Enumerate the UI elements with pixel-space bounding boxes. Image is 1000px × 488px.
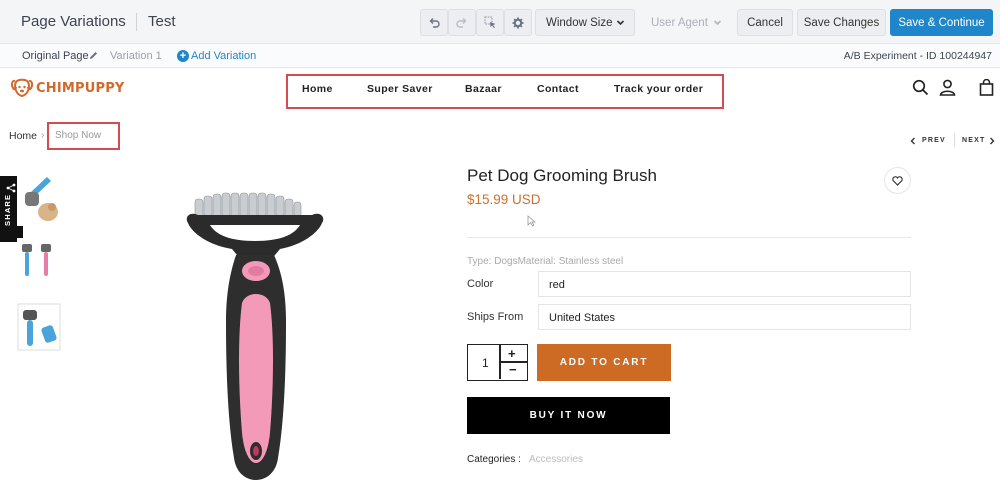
breadcrumb-current: Shop Now (55, 130, 102, 141)
product-price: $15.99 USD (467, 192, 541, 207)
quantity-stepper[interactable]: 1 + − (467, 344, 528, 381)
nav-item-track-order[interactable]: Track your order (614, 83, 703, 95)
heart-icon (892, 175, 903, 186)
gear-icon (512, 17, 524, 28)
store-logo[interactable]: CHIMPUPPY (10, 77, 125, 99)
nav-item-home[interactable]: Home (302, 83, 333, 95)
window-size-label: Window Size (546, 16, 613, 29)
chevron-down-icon (616, 20, 625, 26)
tab-original-page[interactable]: Original Page (22, 50, 89, 62)
prev-link[interactable]: PREV (922, 137, 946, 144)
add-variation-link[interactable]: Add Variation (191, 50, 256, 62)
pencil-icon[interactable] (89, 51, 98, 60)
product-thumbnail-image (17, 238, 61, 292)
section-divider (467, 237, 911, 238)
ships-from-label: Ships From (467, 311, 524, 323)
color-select[interactable]: red (538, 271, 911, 297)
share-label: SHARE (3, 193, 12, 226)
chevron-left-icon (910, 137, 915, 145)
thumbnail-1[interactable] (17, 172, 61, 226)
breadcrumb-home[interactable]: Home (9, 130, 37, 142)
next-link[interactable]: NEXT (962, 137, 985, 144)
undo-button[interactable] (420, 9, 448, 36)
settings-button[interactable] (504, 9, 532, 36)
categories-label: Categories : (467, 454, 521, 465)
product-thumbnail-image (17, 172, 61, 226)
dog-logo-icon (10, 78, 34, 98)
redo-icon (456, 17, 467, 28)
plus-circle-icon[interactable]: + (177, 50, 189, 62)
undo-icon (429, 17, 440, 28)
experiment-id: A/B Experiment - ID 100244947 (843, 50, 992, 62)
element-picker-button[interactable] (476, 9, 504, 36)
product-meta: Type: DogsMaterial: Stainless steel (467, 256, 624, 267)
tab-variation-1[interactable]: Variation 1 (110, 50, 162, 62)
window-size-select[interactable]: Window Size (535, 9, 635, 36)
title-divider (136, 13, 137, 31)
test-name: Test (148, 13, 176, 30)
add-to-cart-button[interactable]: ADD TO CART (537, 344, 671, 381)
chevron-right-icon (990, 137, 995, 145)
page-title: Page Variations (21, 13, 126, 30)
nav-item-bazaar[interactable]: Bazaar (465, 83, 502, 95)
save-changes-button[interactable]: Save Changes (797, 9, 886, 36)
color-label: Color (467, 278, 494, 290)
category-link[interactable]: Accessories (529, 454, 583, 465)
user-icon[interactable] (939, 79, 956, 96)
quantity-decrease-button[interactable]: − (509, 362, 517, 377)
logo-wordmark: CHIMPUPPY (36, 80, 125, 96)
main-product-image[interactable] (170, 183, 340, 483)
mouse-cursor-icon (527, 215, 536, 227)
nav-item-contact[interactable]: Contact (537, 83, 579, 95)
save-continue-button[interactable]: Save & Continue (890, 9, 993, 36)
thumbnail-3[interactable] (17, 300, 61, 354)
variation-bar: Original Page Variation 1 + Add Variatio… (0, 44, 1000, 68)
user-agent-select[interactable]: User Agent (640, 9, 732, 36)
user-agent-label: User Agent (651, 16, 708, 29)
product-title: Pet Dog Grooming Brush (467, 166, 657, 185)
redo-button[interactable] (448, 9, 476, 36)
wishlist-button[interactable] (884, 167, 911, 194)
buy-now-button[interactable]: BUY IT NOW (467, 397, 670, 434)
thumbnail-2[interactable] (17, 238, 61, 292)
breadcrumb-separator: › (41, 129, 45, 141)
shopping-bag-icon[interactable] (979, 79, 994, 96)
grooming-brush-image (186, 192, 324, 480)
nav-item-super-saver[interactable]: Super Saver (367, 83, 433, 95)
pager-divider (954, 133, 955, 147)
search-icon[interactable] (912, 79, 929, 96)
cancel-button[interactable]: Cancel (737, 9, 793, 36)
editor-toolbar: Page Variations Test Window Size User Ag… (0, 0, 1000, 44)
element-picker-icon (484, 16, 495, 28)
share-icon (6, 183, 16, 193)
quantity-value[interactable]: 1 (482, 356, 489, 370)
quantity-increase-button[interactable]: + (508, 346, 516, 361)
chevron-down-icon (713, 20, 722, 26)
ships-from-select[interactable]: United States (538, 304, 911, 330)
product-thumbnail-image (17, 303, 61, 351)
